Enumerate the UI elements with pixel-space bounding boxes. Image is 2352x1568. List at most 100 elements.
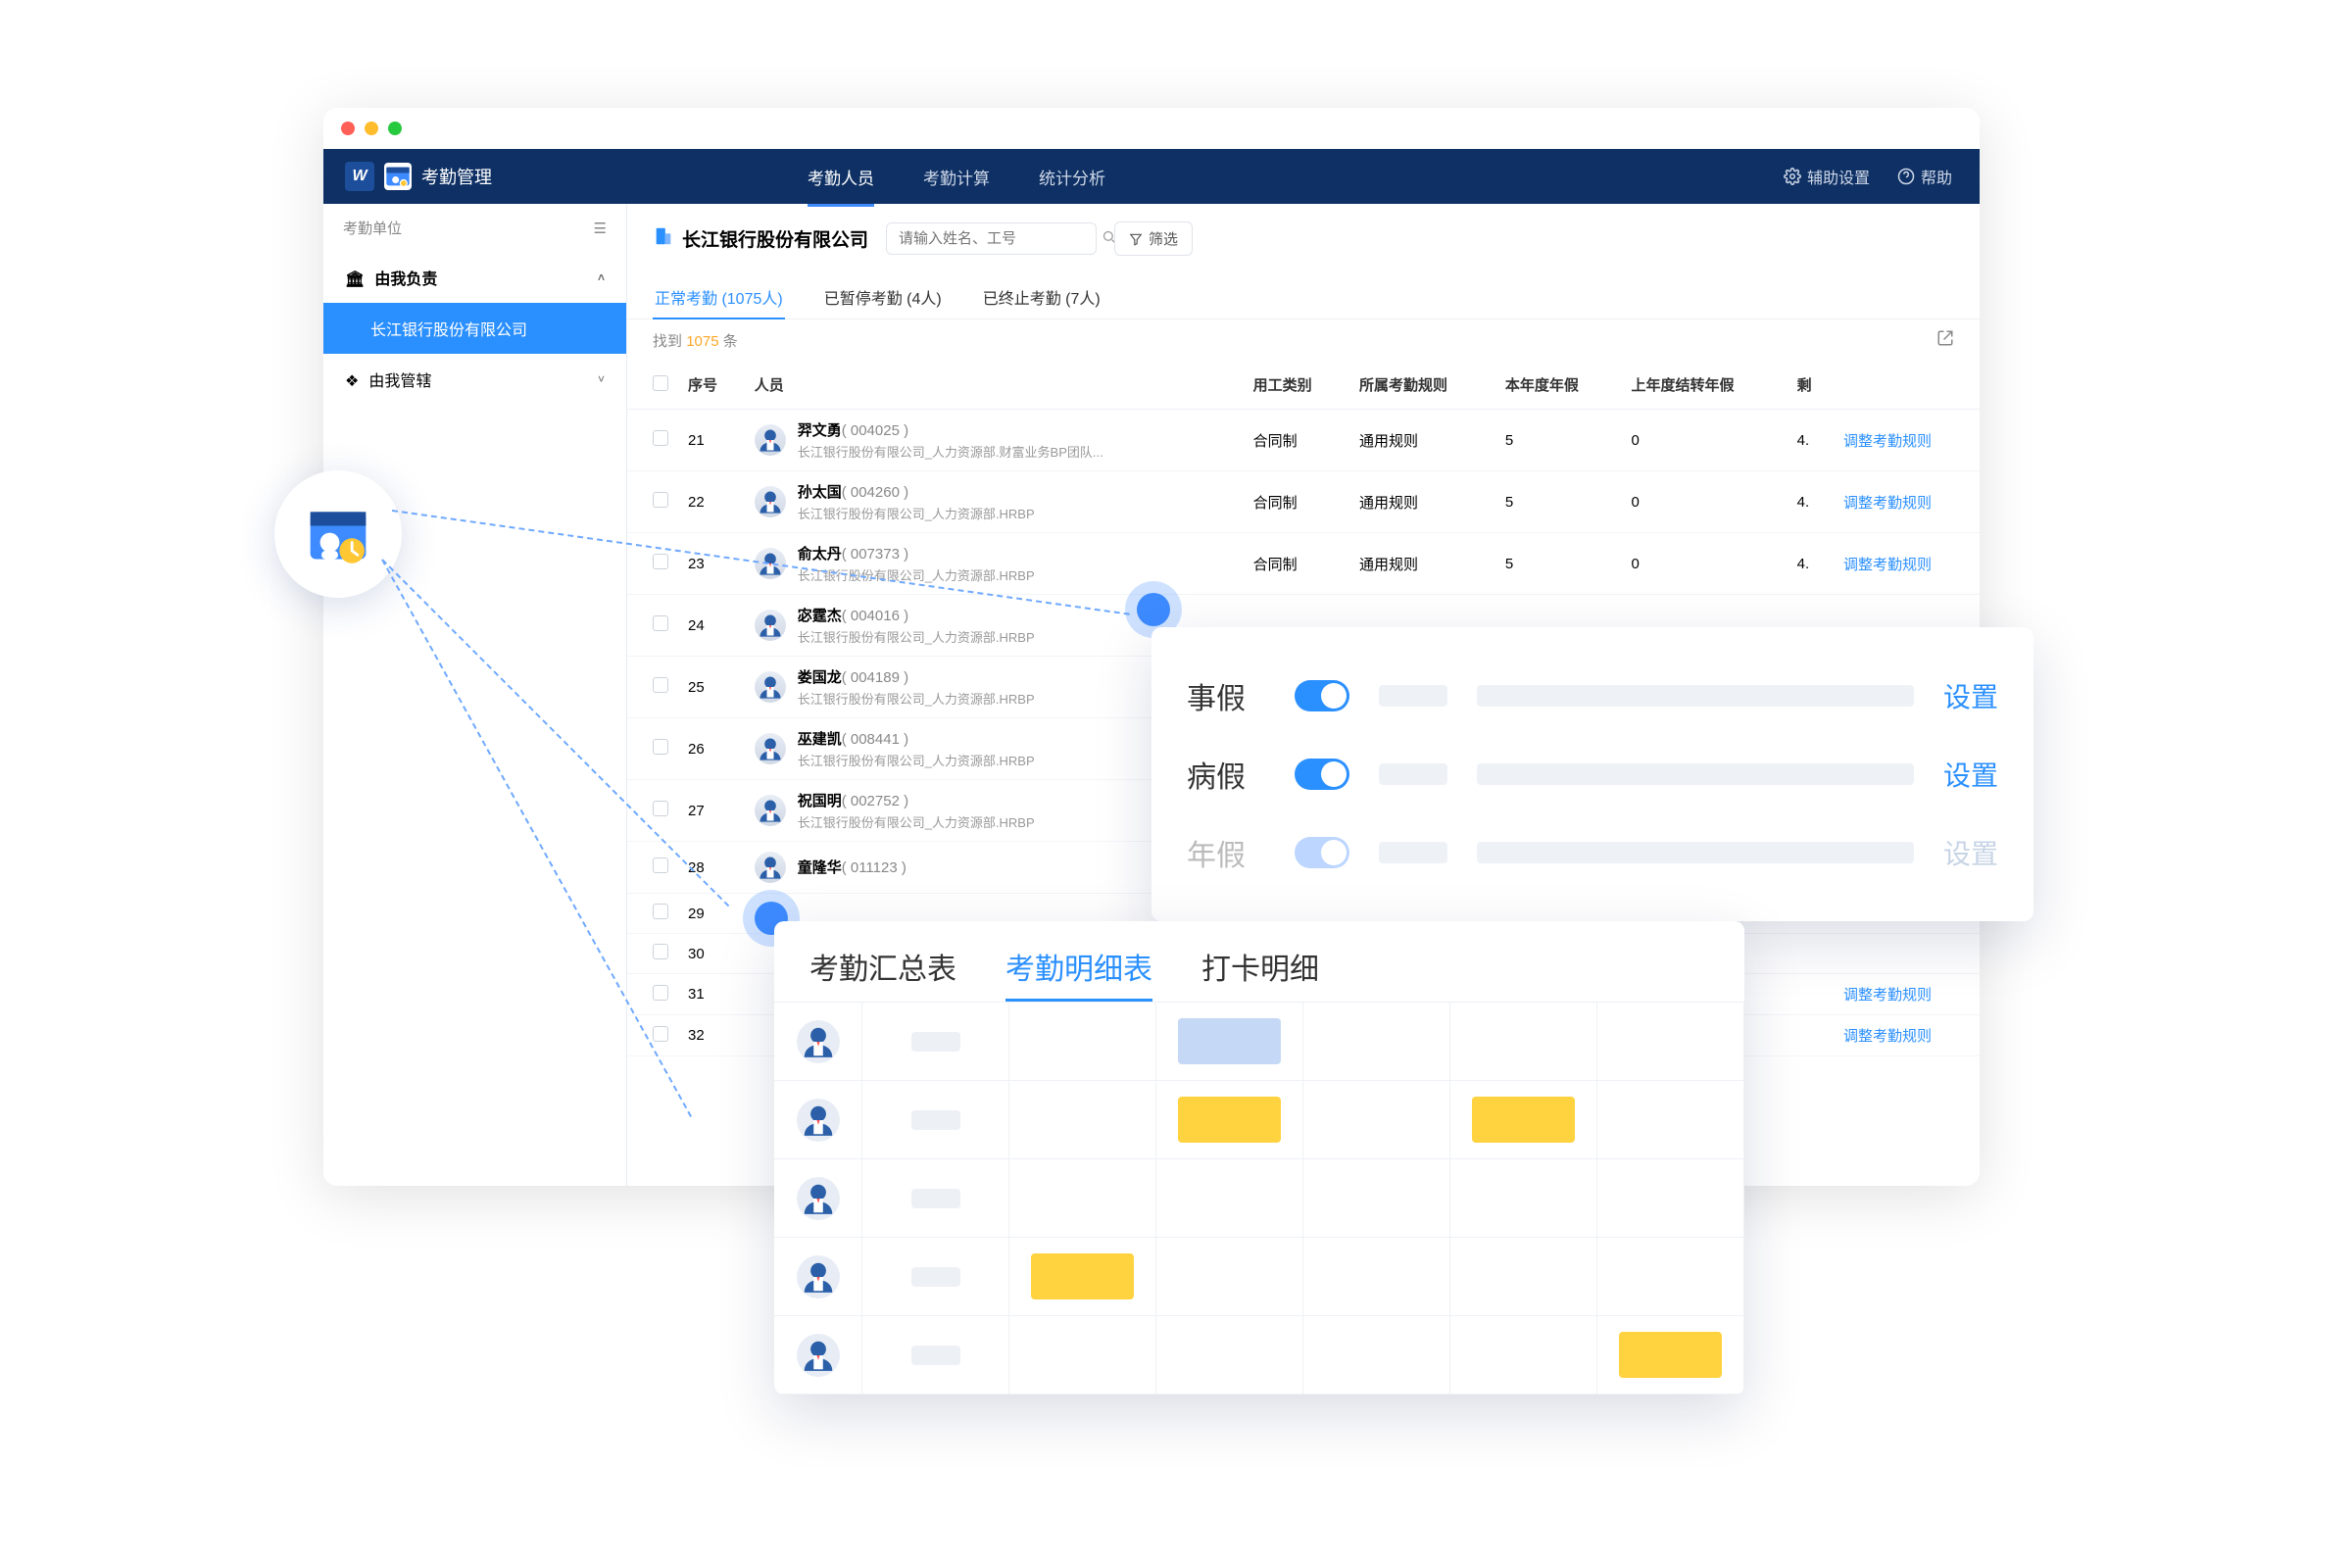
leave-settings-link[interactable]: 设置: [1943, 755, 1998, 794]
person-id: ( 004025 ): [842, 422, 908, 439]
nav-attendance-calc[interactable]: 考勤计算: [923, 149, 990, 205]
tab-paused[interactable]: 已暂停考勤 (4人): [822, 275, 944, 318]
adjust-rule-link[interactable]: 调整考勤规则: [1843, 433, 1932, 450]
tab-terminated[interactable]: 已终止考勤 (7人): [981, 275, 1102, 318]
sidebar-group-managed[interactable]: ❖由我管辖 ˅: [323, 354, 626, 405]
adjust-rule-link[interactable]: 调整考勤规则: [1843, 1028, 1932, 1045]
aux-settings-button[interactable]: 辅助设置: [1784, 165, 1870, 188]
filter-button[interactable]: 筛选: [1114, 221, 1193, 256]
avatar: [797, 1255, 840, 1298]
grid-cell: [1450, 1081, 1597, 1159]
row-checkbox[interactable]: [653, 677, 668, 693]
table-row[interactable]: 22孙太国( 004260 )长江银行股份有限公司_人力资源部.HRBP合同制通…: [627, 471, 1980, 533]
placeholder: [1379, 685, 1447, 707]
leave-settings-link[interactable]: 设置: [1943, 676, 1998, 715]
maximize-dot[interactable]: [388, 122, 402, 135]
remain: [1788, 1015, 1834, 1056]
tab-normal[interactable]: 正常考勤 (1075人): [653, 275, 785, 318]
grid-cell: [774, 1316, 862, 1395]
sidebar-group-owned[interactable]: 🏛由我负责 ˄: [323, 252, 626, 303]
grid-cell: [1597, 1238, 1744, 1316]
adjust-rule-link[interactable]: 调整考勤规则: [1843, 557, 1932, 573]
result-prefix: 找到: [653, 333, 682, 350]
avatar: [755, 795, 786, 826]
grid-cell: [1450, 1159, 1597, 1238]
emp-type: 合同制: [1244, 471, 1349, 533]
attendance-block: [1178, 1097, 1280, 1143]
detail-tab-punch[interactable]: 打卡明细: [1201, 945, 1319, 1002]
row-checkbox[interactable]: [653, 554, 668, 569]
row-checkbox[interactable]: [653, 858, 668, 873]
placeholder: [1477, 763, 1914, 785]
adjust-rule-link[interactable]: 调整考勤规则: [1843, 987, 1932, 1004]
grid-cell: [1450, 1238, 1597, 1316]
top-actions: 辅助设置 帮助: [1784, 165, 1980, 188]
col-index: 序号: [678, 361, 745, 410]
close-dot[interactable]: [341, 122, 355, 135]
row-checkbox[interactable]: [653, 944, 668, 959]
person-name: 童隆华: [798, 859, 842, 876]
row-checkbox[interactable]: [653, 985, 668, 1001]
grid-cell: [1156, 1238, 1303, 1316]
search-input[interactable]: [899, 230, 1094, 247]
person-name: 羿文勇: [798, 422, 842, 439]
grid-cell: [1156, 1003, 1303, 1081]
row-checkbox[interactable]: [653, 739, 668, 755]
adjust-rule-link[interactable]: 调整考勤规则: [1843, 495, 1932, 512]
avatar: [755, 852, 786, 883]
grid-cell: [774, 1238, 862, 1316]
search-input-box[interactable]: [886, 222, 1097, 255]
minimize-dot[interactable]: [365, 122, 378, 135]
placeholder: [911, 1346, 960, 1365]
attendance-block: [1031, 1253, 1133, 1299]
sidebar-group-label: 由我管辖: [368, 373, 431, 390]
person-dept: 长江银行股份有限公司_人力资源部.财富业务BP团队...: [798, 442, 1103, 461]
leave-toggle[interactable]: [1295, 759, 1349, 790]
grid-cell: [1156, 1159, 1303, 1238]
highlight-pulse: [1137, 593, 1170, 626]
person-dept: 长江银行股份有限公司_人力资源部.HRBP: [798, 689, 1035, 708]
filter-label: 筛选: [1149, 228, 1178, 249]
layers-icon: ❖: [345, 373, 359, 390]
row-index: 21: [678, 410, 745, 471]
detail-tab-summary[interactable]: 考勤汇总表: [809, 945, 956, 1002]
attendance-block: [1619, 1332, 1721, 1378]
grid-cell: [1156, 1081, 1303, 1159]
row-checkbox[interactable]: [653, 801, 668, 816]
table-row[interactable]: 23俞太丹( 007373 )长江银行股份有限公司_人力资源部.HRBP合同制通…: [627, 533, 1980, 595]
leave-toggle[interactable]: [1295, 680, 1349, 711]
row-checkbox[interactable]: [653, 904, 668, 919]
placeholder: [911, 1189, 960, 1208]
leave-toggle[interactable]: [1295, 837, 1349, 868]
leave-type-label: 病假: [1187, 753, 1265, 796]
row-checkbox[interactable]: [653, 430, 668, 446]
calendar-badge: [274, 470, 402, 598]
nav-statistics[interactable]: 统计分析: [1039, 149, 1105, 205]
help-button[interactable]: 帮助: [1897, 165, 1952, 188]
leave-settings-link[interactable]: 设置: [1943, 833, 1998, 872]
detail-tab-detail[interactable]: 考勤明细表: [1005, 945, 1152, 1002]
expand-icon[interactable]: ☰: [594, 220, 607, 237]
sidebar-item-org[interactable]: 长江银行股份有限公司: [323, 303, 626, 354]
row-checkbox[interactable]: [653, 492, 668, 508]
grid-cell: [1303, 1003, 1450, 1081]
grid-cell: [1450, 1003, 1597, 1081]
checkbox-all[interactable]: [653, 375, 668, 391]
nav-attendance-people[interactable]: 考勤人员: [808, 149, 874, 205]
export-icon[interactable]: [1936, 329, 1954, 351]
titlebar: [323, 108, 1980, 149]
grid-cell: [1009, 1238, 1156, 1316]
col-curyear: 本年度年假: [1495, 361, 1622, 410]
row-checkbox[interactable]: [653, 615, 668, 631]
leave-settings-card: 事假 设置病假 设置年假 设置: [1152, 627, 2034, 921]
person-id: ( 004260 ): [842, 484, 908, 501]
remain: [1788, 934, 1834, 974]
col-emptype: 用工类别: [1244, 361, 1349, 410]
remain: 4.: [1788, 410, 1834, 471]
person-id: ( 004189 ): [842, 669, 908, 686]
avatar: [755, 610, 786, 641]
table-row[interactable]: 21 羿文勇( 004025 ) 长江银行股份有限公司_人力资源部.财富业务BP团队…: [627, 410, 1980, 471]
building-icon: 🏛: [345, 271, 365, 288]
prev-year: 0: [1621, 533, 1787, 595]
row-checkbox[interactable]: [653, 1026, 668, 1042]
